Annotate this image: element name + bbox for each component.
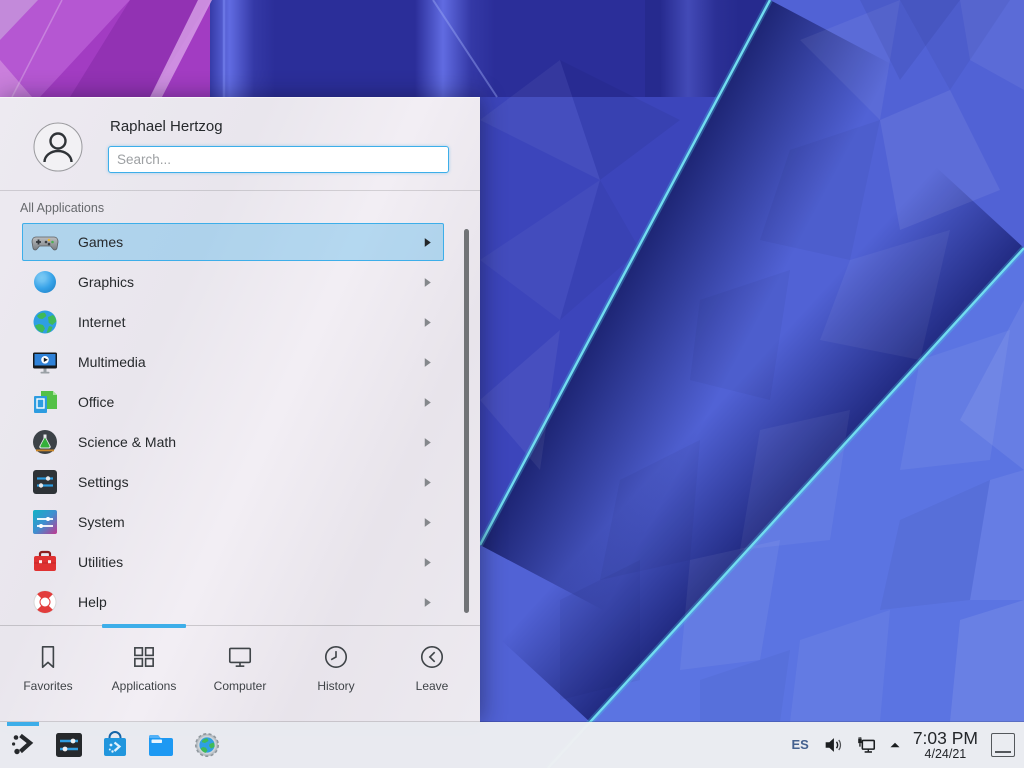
launcher-tab-bar: Favorites Applications Computer History … bbox=[0, 625, 480, 722]
tab-history[interactable]: History bbox=[288, 626, 384, 722]
app-category-help[interactable]: Help bbox=[22, 583, 444, 621]
favorites-icon bbox=[34, 643, 62, 671]
application-launcher-menu: Raphael Hertzog All Applications Games G… bbox=[0, 97, 480, 722]
clock-date: 4/24/21 bbox=[913, 748, 978, 762]
app-category-label: Graphics bbox=[78, 274, 134, 290]
file-manager-icon[interactable] bbox=[146, 730, 176, 760]
app-category-label: System bbox=[78, 514, 125, 530]
science-icon bbox=[31, 428, 59, 456]
app-category-label: Office bbox=[78, 394, 114, 410]
tab-label: Leave bbox=[416, 679, 449, 693]
submenu-arrow-icon bbox=[422, 437, 433, 448]
submenu-arrow-icon bbox=[422, 277, 433, 288]
app-category-label: Help bbox=[78, 594, 107, 610]
app-category-office[interactable]: Office bbox=[22, 383, 444, 421]
app-category-label: Internet bbox=[78, 314, 125, 330]
app-category-games[interactable]: Games bbox=[22, 223, 444, 261]
applications-icon bbox=[130, 643, 158, 671]
tab-favorites[interactable]: Favorites bbox=[0, 626, 96, 722]
app-category-system[interactable]: System bbox=[22, 503, 444, 541]
office-icon bbox=[31, 388, 59, 416]
search-input[interactable] bbox=[108, 146, 449, 173]
app-category-label: Games bbox=[78, 234, 123, 250]
active-tab-indicator bbox=[102, 624, 186, 628]
internet-icon bbox=[31, 308, 59, 336]
games-icon bbox=[31, 228, 59, 256]
system-settings-icon[interactable] bbox=[54, 730, 84, 760]
help-icon bbox=[31, 588, 59, 616]
keyboard-layout-indicator[interactable]: ES bbox=[791, 737, 808, 752]
section-label: All Applications bbox=[20, 201, 480, 215]
submenu-arrow-icon bbox=[422, 397, 433, 408]
submenu-arrow-icon bbox=[422, 317, 433, 328]
expand-tray-icon[interactable] bbox=[888, 738, 902, 752]
settings-icon bbox=[31, 468, 59, 496]
task-manager bbox=[38, 730, 222, 760]
computer-icon bbox=[226, 643, 254, 671]
submenu-arrow-icon bbox=[422, 557, 433, 568]
digital-clock[interactable]: 7:03 PM 4/24/21 bbox=[913, 729, 978, 761]
scrollbar-thumb[interactable] bbox=[464, 229, 469, 613]
discover-icon[interactable] bbox=[100, 730, 130, 760]
tab-label: Applications bbox=[112, 679, 177, 693]
app-category-science-math[interactable]: Science & Math bbox=[22, 423, 444, 461]
tab-leave[interactable]: Leave bbox=[384, 626, 480, 722]
user-name: Raphael Hertzog bbox=[110, 118, 223, 135]
tab-label: Favorites bbox=[23, 679, 72, 693]
tab-label: Computer bbox=[214, 679, 267, 693]
submenu-arrow-icon bbox=[422, 597, 433, 608]
app-category-label: Science & Math bbox=[78, 434, 176, 450]
app-category-utilities[interactable]: Utilities bbox=[22, 543, 444, 581]
submenu-arrow-icon bbox=[422, 357, 433, 368]
graphics-icon bbox=[31, 268, 59, 296]
app-category-internet[interactable]: Internet bbox=[22, 303, 444, 341]
system-tray: ES 7:03 PM 4/24/21 bbox=[791, 729, 1024, 761]
launcher-active-indicator bbox=[7, 722, 39, 726]
history-icon bbox=[322, 643, 350, 671]
utilities-icon bbox=[31, 548, 59, 576]
submenu-arrow-icon bbox=[422, 237, 433, 248]
tab-computer[interactable]: Computer bbox=[192, 626, 288, 722]
system-icon bbox=[31, 508, 59, 536]
browser-icon[interactable] bbox=[192, 730, 222, 760]
clock-time: 7:03 PM bbox=[913, 729, 978, 748]
tab-applications[interactable]: Applications bbox=[96, 626, 192, 722]
submenu-arrow-icon bbox=[422, 517, 433, 528]
multimedia-icon bbox=[31, 348, 59, 376]
submenu-arrow-icon bbox=[422, 477, 433, 488]
app-category-label: Multimedia bbox=[78, 354, 146, 370]
user-avatar[interactable] bbox=[33, 122, 83, 172]
show-desktop-button[interactable] bbox=[991, 733, 1015, 757]
tab-label: History bbox=[317, 679, 354, 693]
taskbar: ES 7:03 PM 4/24/21 bbox=[0, 722, 1024, 768]
app-category-list: Games Graphics Internet Multimedia Offic… bbox=[0, 217, 480, 625]
network-icon[interactable] bbox=[855, 734, 877, 756]
app-launcher-button[interactable] bbox=[8, 730, 38, 760]
leave-icon bbox=[418, 643, 446, 671]
app-category-multimedia[interactable]: Multimedia bbox=[22, 343, 444, 381]
app-category-label: Utilities bbox=[78, 554, 123, 570]
app-category-label: Settings bbox=[78, 474, 129, 490]
launcher-header: Raphael Hertzog bbox=[0, 98, 480, 191]
volume-icon[interactable] bbox=[822, 734, 844, 756]
app-category-graphics[interactable]: Graphics bbox=[22, 263, 444, 301]
app-category-settings[interactable]: Settings bbox=[22, 463, 444, 501]
